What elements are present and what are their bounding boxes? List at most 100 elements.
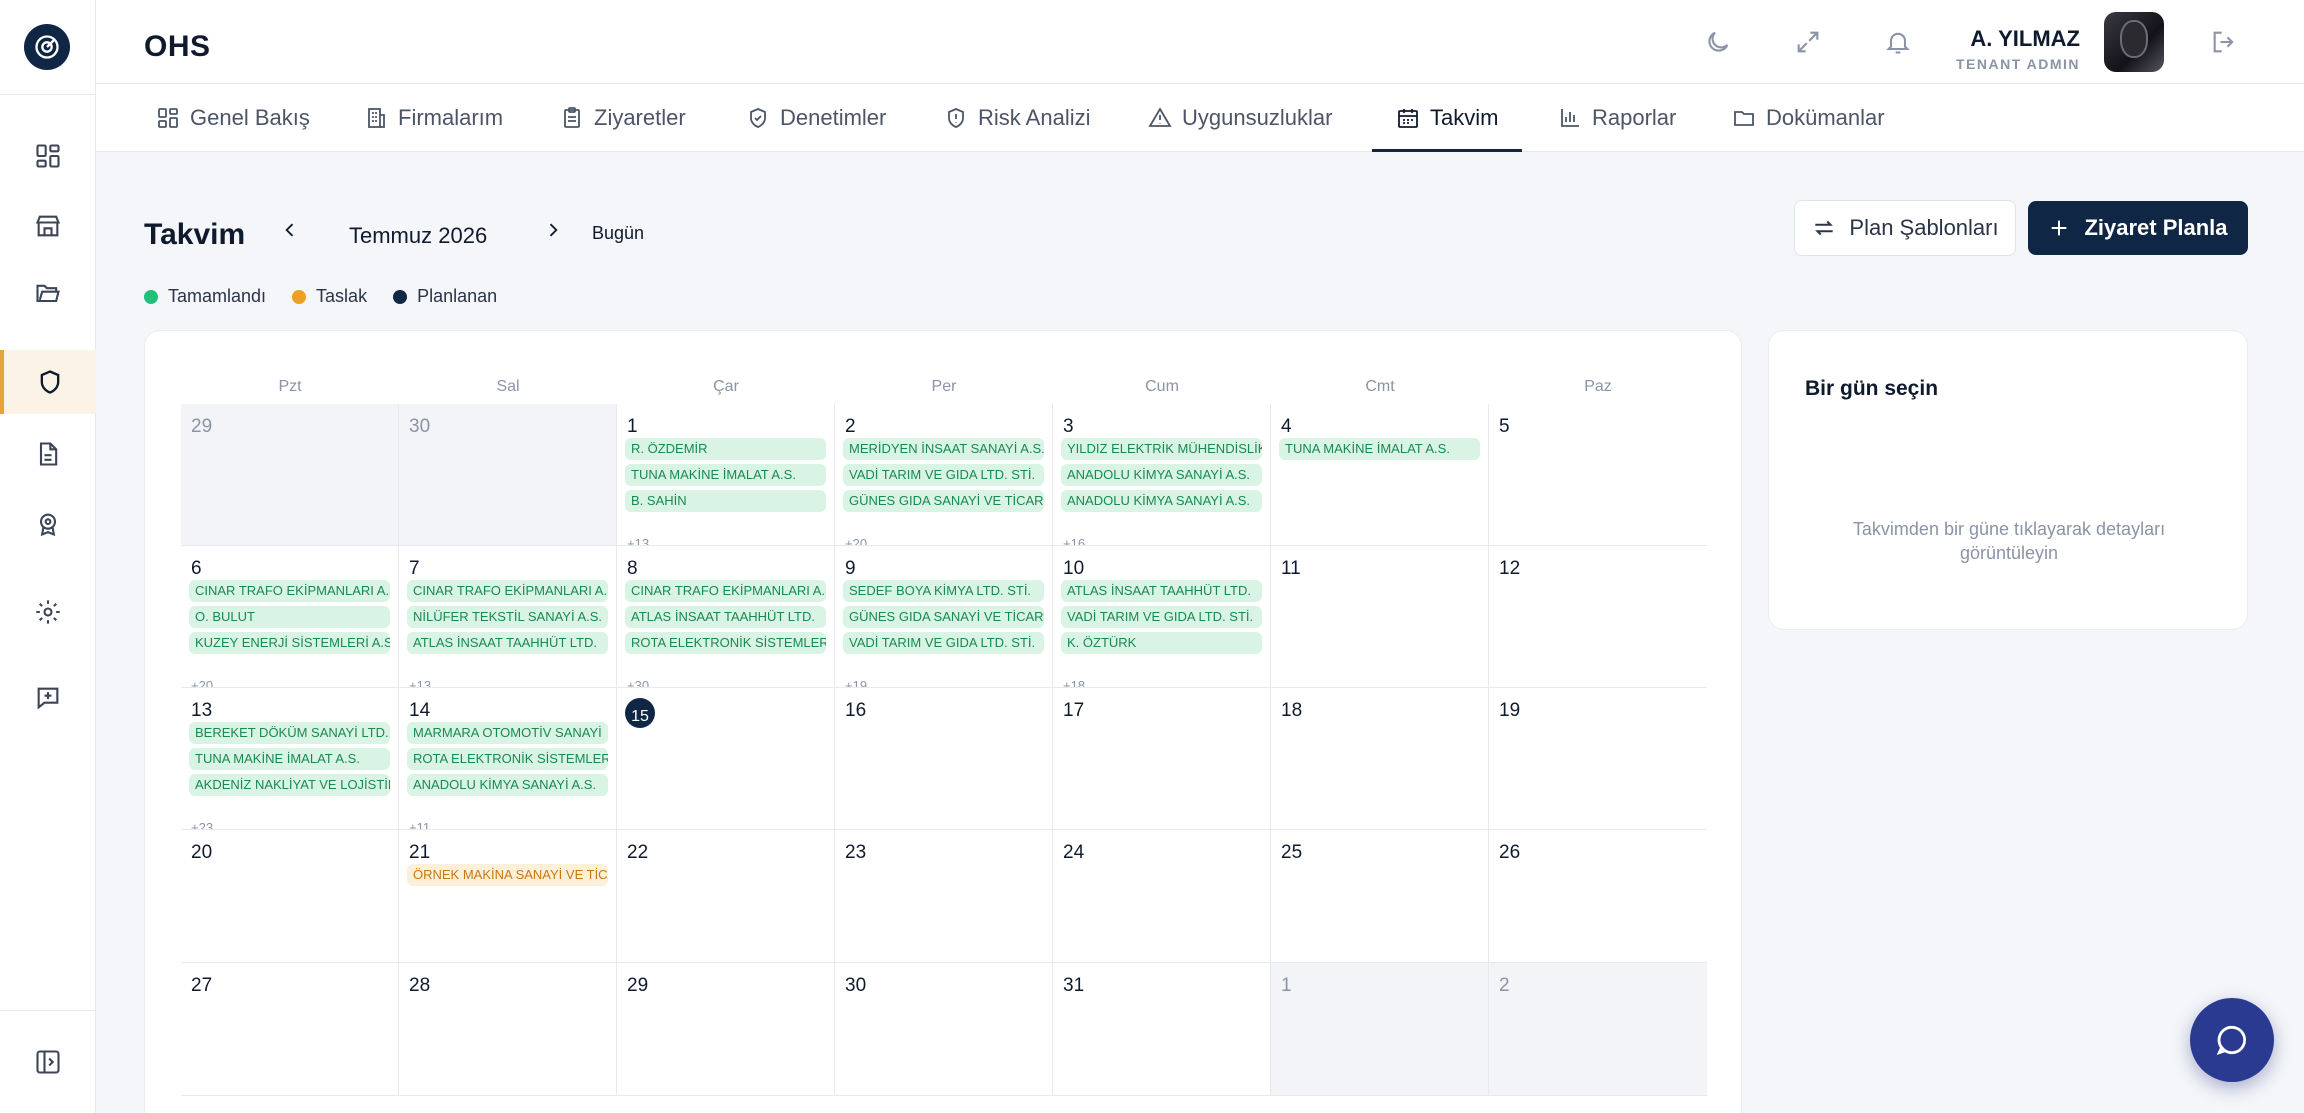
- calendar-day-cell[interactable]: 6 CINAR TRAFO EKİPMANLARI A.S. O. BULUT KUZ…: [181, 546, 399, 688]
- calendar-event[interactable]: TUNA MAKİNE İMALAT A.S.: [625, 464, 826, 486]
- calendar-day-cell[interactable]: 1 R. ÖZDEMİR TUNA MAKİNE İMALAT A.S. B. SAH…: [617, 404, 835, 546]
- today-button[interactable]: Bugün: [592, 223, 644, 244]
- tab-takvim[interactable]: Takvim: [1371, 84, 1524, 152]
- calendar-day-cell[interactable]: 9 SEDEF BOYA KİMYA LTD. STİ. GÜNES GIDA SA…: [835, 546, 1053, 688]
- calendar-day-cell[interactable]: 8 CINAR TRAFO EKİPMANLARI A.S. ATLAS İNSAA…: [617, 546, 835, 688]
- calendar-event[interactable]: GÜNES GIDA SANAYİ VE TİCARET: [843, 606, 1044, 628]
- sidebar-item-dashboard[interactable]: [0, 124, 96, 188]
- calendar-day-cell[interactable]: 5: [1489, 404, 1707, 546]
- chat-button[interactable]: [2190, 998, 2274, 1082]
- more-events-link[interactable]: +16: [1063, 536, 1085, 545]
- fullscreen-button[interactable]: [1790, 24, 1826, 60]
- calendar-event[interactable]: YILDIZ ELEKTRİK MÜHENDİSLİK: [1061, 438, 1262, 460]
- more-events-link[interactable]: +30: [627, 678, 649, 687]
- calendar-event[interactable]: K. ÖZTÜRK: [1061, 632, 1262, 654]
- sidebar-item-feedback[interactable]: [0, 666, 96, 730]
- calendar-event[interactable]: ROTA ELEKTRONİK SİSTEMLERİ: [407, 748, 608, 770]
- calendar-event[interactable]: ATLAS İNSAAT TAAHHÜT LTD.: [1061, 580, 1262, 602]
- calendar-event[interactable]: ANADOLU KİMYA SANAYİ A.S.: [1061, 490, 1262, 512]
- tab-risk-analizi[interactable]: Risk Analizi: [944, 84, 1090, 152]
- calendar-day-cell[interactable]: 27: [181, 963, 399, 1096]
- logout-button[interactable]: [2206, 24, 2242, 60]
- sidebar-item-settings[interactable]: [0, 580, 96, 644]
- calendar-day-cell[interactable]: 7 CINAR TRAFO EKİPMANLARI A.S. NİLÜFER TEK…: [399, 546, 617, 688]
- calendar-event[interactable]: ATLAS İNSAAT TAAHHÜT LTD.: [407, 632, 608, 654]
- calendar-event[interactable]: AKDENİZ NAKLİYAT VE LOJİSTİK: [189, 774, 390, 796]
- more-events-link[interactable]: +19: [845, 678, 867, 687]
- calendar-day-cell[interactable]: 29: [181, 404, 399, 546]
- avatar[interactable]: [2104, 12, 2164, 72]
- tab-denetimler[interactable]: Denetimler: [746, 84, 886, 152]
- next-month-button[interactable]: [537, 214, 569, 246]
- calendar-day-cell[interactable]: 29: [617, 963, 835, 1096]
- previous-month-button[interactable]: [274, 214, 306, 246]
- calendar-event[interactable]: VADİ TARIM VE GIDA LTD. STİ.: [843, 464, 1044, 486]
- calendar-day-cell[interactable]: 22: [617, 830, 835, 963]
- calendar-event[interactable]: R. ÖZDEMİR: [625, 438, 826, 460]
- calendar-day-cell[interactable]: 26: [1489, 830, 1707, 963]
- calendar-day-cell[interactable]: 31: [1053, 963, 1271, 1096]
- calendar-day-cell[interactable]: 14 MARMARA OTOMOTİV SANAYİ ROTA ELEKTRONİK…: [399, 688, 617, 830]
- sidebar-item-certificates[interactable]: [0, 492, 96, 556]
- calendar-event[interactable]: ANADOLU KİMYA SANAYİ A.S.: [407, 774, 608, 796]
- notifications-button[interactable]: [1880, 24, 1916, 60]
- calendar-day-cell[interactable]: 15: [617, 688, 835, 830]
- calendar-event[interactable]: B. SAHİN: [625, 490, 826, 512]
- calendar-event[interactable]: ANADOLU KİMYA SANAYİ A.S.: [1061, 464, 1262, 486]
- sidebar-item-documents[interactable]: [0, 422, 96, 486]
- tab-firmalarim[interactable]: Firmalarım: [364, 84, 503, 152]
- calendar-event[interactable]: CINAR TRAFO EKİPMANLARI A.S.: [625, 580, 826, 602]
- sidebar-item-folders[interactable]: [0, 262, 96, 326]
- calendar-event[interactable]: SEDEF BOYA KİMYA LTD. STİ.: [843, 580, 1044, 602]
- calendar-day-cell[interactable]: 13 BEREKET DÖKÜM SANAYİ LTD. TUNA MAKİNE İ…: [181, 688, 399, 830]
- calendar-day-cell[interactable]: 30: [835, 963, 1053, 1096]
- calendar-day-cell[interactable]: 4 TUNA MAKİNE İMALAT A.S.: [1271, 404, 1489, 546]
- tab-uygunsuzluklar[interactable]: Uygunsuzluklar: [1148, 84, 1332, 152]
- calendar-event[interactable]: CINAR TRAFO EKİPMANLARI A.S.: [189, 580, 390, 602]
- calendar-day-cell[interactable]: 30: [399, 404, 617, 546]
- tab-dokumanlar[interactable]: Dokümanlar: [1732, 84, 1885, 152]
- tab-ziyaretler[interactable]: Ziyaretler: [560, 84, 686, 152]
- calendar-event[interactable]: ATLAS İNSAAT TAAHHÜT LTD.: [625, 606, 826, 628]
- calendar-day-cell[interactable]: 24: [1053, 830, 1271, 963]
- more-events-link[interactable]: +20: [191, 678, 213, 687]
- more-events-link[interactable]: +20: [845, 536, 867, 545]
- calendar-day-cell[interactable]: 1: [1271, 963, 1489, 1096]
- logo-icon[interactable]: [24, 24, 70, 70]
- calendar-event[interactable]: GÜNES GIDA SANAYİ VE TİCARET: [843, 490, 1044, 512]
- theme-toggle-button[interactable]: [1700, 24, 1736, 60]
- calendar-day-cell[interactable]: 10 ATLAS İNSAAT TAAHHÜT LTD. VADİ TARIM VE…: [1053, 546, 1271, 688]
- more-events-link[interactable]: +13: [409, 678, 431, 687]
- calendar-event-draft[interactable]: ÖRNEK MAKİNA SANAYİ VE TİCARET: [407, 864, 608, 886]
- more-events-link[interactable]: +18: [1063, 678, 1085, 687]
- plan-templates-button[interactable]: Plan Şablonları: [1794, 200, 2016, 256]
- calendar-day-cell[interactable]: 25: [1271, 830, 1489, 963]
- calendar-event[interactable]: VADİ TARIM VE GIDA LTD. STİ.: [843, 632, 1044, 654]
- calendar-day-cell[interactable]: 18: [1271, 688, 1489, 830]
- schedule-visit-button[interactable]: Ziyaret Planla: [2028, 201, 2248, 255]
- calendar-event[interactable]: VADİ TARIM VE GIDA LTD. STİ.: [1061, 606, 1262, 628]
- sidebar-collapse-button[interactable]: [0, 1030, 96, 1094]
- more-events-link[interactable]: +13: [627, 536, 649, 545]
- sidebar-item-safety[interactable]: [0, 350, 96, 414]
- calendar-event[interactable]: BEREKET DÖKÜM SANAYİ LTD.: [189, 722, 390, 744]
- calendar-day-cell[interactable]: 16: [835, 688, 1053, 830]
- calendar-event[interactable]: TUNA MAKİNE İMALAT A.S.: [1279, 438, 1480, 460]
- calendar-day-cell[interactable]: 2 MERİDYEN İNSAAT SANAYİ A.S. VADİ TARIM V…: [835, 404, 1053, 546]
- tab-raporlar[interactable]: Raporlar: [1558, 84, 1676, 152]
- calendar-event[interactable]: ROTA ELEKTRONİK SİSTEMLERİ: [625, 632, 826, 654]
- calendar-day-cell[interactable]: 11: [1271, 546, 1489, 688]
- calendar-event[interactable]: O. BULUT: [189, 606, 390, 628]
- calendar-event[interactable]: MERİDYEN İNSAAT SANAYİ A.S.: [843, 438, 1044, 460]
- calendar-event[interactable]: NİLÜFER TEKSTİL SANAYİ A.S.: [407, 606, 608, 628]
- more-events-link[interactable]: +11: [409, 820, 430, 829]
- tab-genel-bakis[interactable]: Genel Bakış: [156, 84, 310, 152]
- calendar-day-cell[interactable]: 28: [399, 963, 617, 1096]
- more-events-link[interactable]: +23: [191, 820, 213, 829]
- calendar-event[interactable]: CINAR TRAFO EKİPMANLARI A.S.: [407, 580, 608, 602]
- calendar-day-cell[interactable]: 3 YILDIZ ELEKTRİK MÜHENDİSLİK ANADOLU KİMY…: [1053, 404, 1271, 546]
- calendar-day-cell[interactable]: 19: [1489, 688, 1707, 830]
- calendar-day-cell[interactable]: 21ÖRNEK MAKİNA SANAYİ VE TİCARET: [399, 830, 617, 963]
- calendar-day-cell[interactable]: 17: [1053, 688, 1271, 830]
- sidebar-item-stores[interactable]: [0, 194, 96, 258]
